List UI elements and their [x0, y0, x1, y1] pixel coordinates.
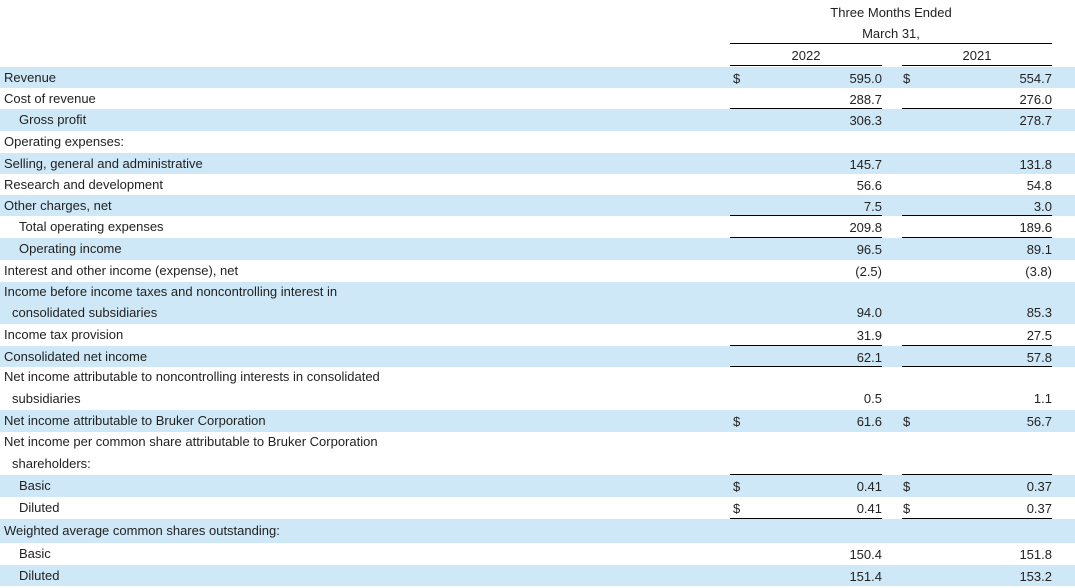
row-label: Weighted average common shares outstandi… [4, 523, 280, 538]
row-label: Selling, general and administrative [4, 156, 203, 171]
currency-2021: $ [903, 479, 911, 494]
row-label-continued: shareholders: [12, 456, 91, 471]
table-row: Basic $0.41 $0.37 [0, 475, 1075, 497]
row-label: Other charges, net [4, 198, 112, 213]
row-label-continued: consolidated subsidiaries [12, 305, 158, 320]
year-header-2021: 2021 [962, 48, 992, 63]
value-2021: 153.2 [1019, 569, 1052, 584]
value-2021: 85.3 [1026, 305, 1052, 320]
table-row: Other charges, net 7.5 3.0 [0, 195, 1075, 216]
currency-2021: $ [903, 414, 911, 429]
value-2022: 96.5 [856, 242, 882, 257]
value-2021: 56.7 [1026, 414, 1052, 429]
value-2021: 0.37 [1026, 501, 1052, 516]
value-2021: 1.1 [1033, 391, 1052, 406]
value-2022: 0.5 [863, 391, 882, 406]
table-row: Consolidated net income 62.1 57.8 [0, 346, 1075, 367]
period-header-rule [730, 43, 1052, 44]
value-2022: 288.7 [849, 92, 882, 107]
table-row: Research and development 56.6 54.8 [0, 174, 1075, 195]
table-row: Net income attributable to Bruker Corpor… [0, 410, 1075, 432]
value-2021: 27.5 [1026, 328, 1052, 343]
value-2022: 56.6 [856, 178, 882, 193]
value-2021: 3.0 [1033, 199, 1052, 214]
table-row: Diluted 151.4 153.2 [0, 565, 1075, 586]
value-2022: 595.0 [849, 71, 882, 86]
row-label-continued: subsidiaries [12, 391, 81, 406]
row-label: Operating expenses: [4, 134, 124, 149]
table-row: Weighted average common shares outstandi… [0, 519, 1075, 543]
table-row: Income tax provision 31.9 27.5 [0, 324, 1075, 346]
table-row: Cost of revenue 288.7 276.0 [0, 88, 1075, 109]
table-row: Basic 150.4 151.8 [0, 543, 1075, 565]
value-2021: (3.8) [1025, 264, 1052, 279]
value-2021: 554.7 [1019, 71, 1052, 86]
value-2021: 89.1 [1026, 242, 1052, 257]
value-2021: 54.8 [1026, 178, 1052, 193]
row-label: Net income attributable to noncontrollin… [4, 369, 380, 384]
row-label: Basic [19, 478, 51, 493]
currency-2022: $ [733, 414, 741, 429]
row-label: Research and development [4, 177, 163, 192]
currency-2022: $ [733, 479, 741, 494]
row-label: Net income attributable to Bruker Corpor… [4, 413, 266, 428]
currency-2022: $ [733, 71, 741, 86]
currency-2021: $ [903, 501, 911, 516]
value-2022: 61.6 [856, 414, 882, 429]
row-label: Diluted [19, 568, 60, 583]
currency-2022: $ [733, 501, 741, 516]
table-row: Selling, general and administrative 145.7… [0, 153, 1075, 174]
table-row: Net income per common share attributable… [0, 432, 1075, 475]
year-header-rule-2022 [730, 65, 882, 66]
table-row: Interest and other income (expense), net… [0, 260, 1075, 282]
row-label: Income before income taxes and noncontro… [4, 284, 338, 299]
value-2022: 62.1 [856, 350, 882, 365]
value-2022: 0.41 [856, 479, 882, 494]
table-row: Income before income taxes and noncontro… [0, 282, 1075, 324]
year-header-rule-2021 [902, 65, 1052, 66]
value-2022: 151.4 [849, 569, 882, 584]
row-label: Diluted [19, 500, 60, 515]
value-2022: 0.41 [856, 501, 882, 516]
period-header-line1: Three Months Ended [830, 5, 952, 20]
row-label: Total operating expenses [19, 219, 164, 234]
value-2022: 145.7 [849, 157, 882, 172]
row-label: Basic [19, 546, 51, 561]
value-2022: 31.9 [856, 328, 882, 343]
row-label: Consolidated net income [4, 349, 148, 364]
row-label: Interest and other income (expense), net [4, 263, 239, 278]
value-2021: 278.7 [1019, 113, 1052, 128]
value-2021: 276.0 [1019, 92, 1052, 107]
table-row: Operating expenses: [0, 131, 1075, 153]
row-label: Operating income [19, 241, 122, 256]
value-2022: (2.5) [855, 264, 882, 279]
value-2021: 57.8 [1026, 350, 1052, 365]
value-2022: 209.8 [849, 220, 882, 235]
value-2022: 94.0 [856, 305, 882, 320]
table-row: Operating income 96.5 89.1 [0, 238, 1075, 260]
value-2022: 150.4 [849, 547, 882, 562]
table-row: Revenue $595.0 $554.7 [0, 67, 1075, 88]
period-header-line2: March 31, [862, 26, 920, 41]
value-2021: 189.6 [1019, 220, 1052, 235]
row-label: Cost of revenue [4, 91, 96, 106]
value-2021: 0.37 [1026, 479, 1052, 494]
table-row: Gross profit 306.3 278.7 [0, 109, 1075, 131]
row-label: Gross profit [19, 112, 87, 127]
table-row: Total operating expenses 209.8 189.6 [0, 216, 1075, 238]
row-label: Net income per common share attributable… [4, 434, 378, 449]
year-header-2022: 2022 [791, 48, 821, 63]
row-label: Revenue [4, 70, 57, 85]
table-row: Diluted $0.41 $0.37 [0, 497, 1075, 519]
value-2022: 306.3 [849, 113, 882, 128]
value-2021: 131.8 [1019, 157, 1052, 172]
currency-2021: $ [903, 71, 911, 86]
row-label: Income tax provision [4, 327, 124, 342]
value-2022: 7.5 [863, 199, 882, 214]
value-2021: 151.8 [1019, 547, 1052, 562]
table-row: Net income attributable to noncontrollin… [0, 367, 1075, 410]
